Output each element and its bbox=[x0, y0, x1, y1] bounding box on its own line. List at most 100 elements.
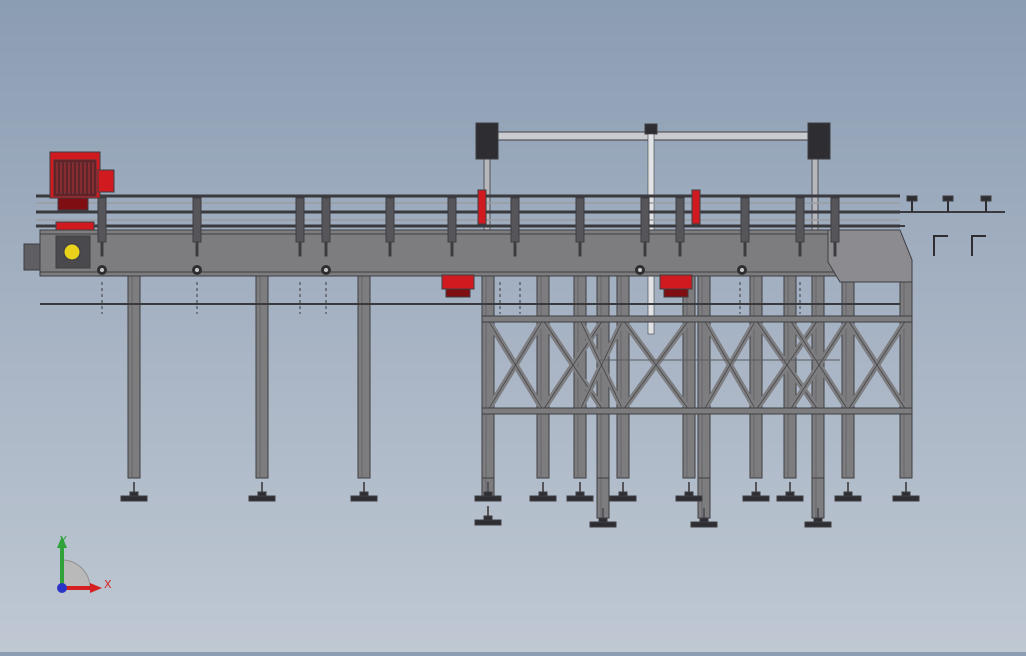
motor-fin-7 bbox=[83, 161, 87, 195]
leg-b-0 bbox=[481, 271, 495, 479]
gearbox bbox=[97, 169, 115, 193]
end-plate bbox=[23, 243, 41, 271]
foot-pad-12 bbox=[474, 519, 502, 526]
foot-pad-0 bbox=[120, 495, 148, 502]
bracket-tab-7 bbox=[578, 241, 582, 257]
bracket-tab-0 bbox=[100, 241, 104, 257]
sensor-block-1 bbox=[659, 274, 693, 290]
leg-b-7 bbox=[749, 271, 763, 479]
bracket-tab-10 bbox=[743, 241, 747, 257]
rail-knob-cap-0 bbox=[906, 195, 918, 202]
bracket-6 bbox=[510, 197, 520, 243]
gantry-center-clamp bbox=[644, 123, 658, 135]
foot-nut-5 bbox=[575, 491, 585, 497]
lower-tie-bar bbox=[481, 407, 913, 415]
triad-arc bbox=[61, 559, 91, 589]
bracket-tab-11 bbox=[798, 241, 802, 257]
bracket-tab-4 bbox=[388, 241, 392, 257]
motor-base-flange bbox=[55, 221, 95, 231]
foot-nut-12 bbox=[483, 515, 493, 521]
leg-b-4 bbox=[616, 271, 630, 479]
motor-fin-2 bbox=[63, 161, 67, 195]
foot-pad-10 bbox=[834, 495, 862, 502]
motor-fin-9 bbox=[91, 161, 95, 195]
bracket-tab-3 bbox=[324, 241, 328, 257]
cad-viewport[interactable]: Y X bbox=[0, 0, 1026, 652]
bearing-center-1 bbox=[195, 268, 199, 272]
bracket-2 bbox=[295, 197, 305, 243]
foot-nut-3 bbox=[483, 491, 493, 497]
rail-knob-cap-2 bbox=[980, 195, 992, 202]
hook-right bbox=[971, 235, 986, 256]
bracket-tab-12 bbox=[833, 241, 837, 257]
foot-pad-13 bbox=[589, 521, 617, 528]
upper-tie-bar bbox=[481, 315, 913, 323]
foot-pad-6 bbox=[609, 495, 637, 502]
sensor-block-0 bbox=[441, 274, 475, 290]
bracket-7 bbox=[575, 197, 585, 243]
bracket-tab-5 bbox=[450, 241, 454, 257]
bracket-tab-6 bbox=[513, 241, 517, 257]
leg-b-11 bbox=[899, 271, 913, 479]
motor-fin-1 bbox=[59, 161, 63, 195]
leg-b-6 bbox=[697, 271, 711, 479]
motor-fin-0 bbox=[55, 161, 59, 195]
foot-nut-15 bbox=[813, 517, 823, 523]
foot-nut-1 bbox=[257, 491, 267, 497]
bracket-tab-8 bbox=[643, 241, 647, 257]
motor-fin-8 bbox=[87, 161, 91, 195]
conveyor-model[interactable]: Y X bbox=[0, 0, 1026, 652]
foot-nut-0 bbox=[129, 491, 139, 497]
z-axis-icon bbox=[57, 583, 67, 593]
x-axis-label: X bbox=[104, 578, 112, 591]
sensor-base-1 bbox=[663, 288, 689, 298]
foot-pad-9 bbox=[776, 495, 804, 502]
motor-fin-5 bbox=[75, 161, 79, 195]
bearing-center-3 bbox=[638, 268, 642, 272]
bracket-11 bbox=[795, 197, 805, 243]
foot-pad-15 bbox=[804, 521, 832, 528]
motor-mount bbox=[57, 197, 89, 211]
foot-nut-11 bbox=[901, 491, 911, 497]
foot-pad-11 bbox=[892, 495, 920, 502]
bearing-center-2 bbox=[324, 268, 328, 272]
bracket-9 bbox=[675, 197, 685, 243]
foot-pad-4 bbox=[529, 495, 557, 502]
bracket-tab-2 bbox=[298, 241, 302, 257]
foot-nut-13 bbox=[598, 517, 608, 523]
foot-pad-3 bbox=[474, 495, 502, 502]
gantry-clamp-right bbox=[807, 122, 831, 160]
y-axis-label: Y bbox=[59, 534, 67, 547]
bracket-12 bbox=[830, 197, 840, 243]
bearing-center-4 bbox=[740, 268, 744, 272]
gantry-clamp-left bbox=[475, 122, 499, 160]
hook-left bbox=[933, 235, 948, 256]
motor-fin-4 bbox=[71, 161, 75, 195]
foot-pad-7 bbox=[675, 495, 703, 502]
foot-pad-8 bbox=[742, 495, 770, 502]
bracket-tab-1 bbox=[195, 241, 199, 257]
foot-pad-1 bbox=[248, 495, 276, 502]
foot-nut-4 bbox=[538, 491, 548, 497]
foot-nut-9 bbox=[785, 491, 795, 497]
gantry-frame bbox=[475, 122, 831, 335]
x-arrowhead-icon bbox=[90, 583, 102, 593]
bracket-5 bbox=[447, 197, 457, 243]
foot-pad-14 bbox=[690, 521, 718, 528]
foot-nut-14 bbox=[699, 517, 709, 523]
bracket-8 bbox=[640, 197, 650, 243]
leg-b-1 bbox=[536, 271, 550, 479]
red-guide-clip-left bbox=[477, 189, 487, 225]
sensor-base-0 bbox=[445, 288, 471, 298]
red-guide-clip-right bbox=[691, 189, 701, 225]
main-side-beam bbox=[39, 229, 841, 277]
rail-knob-cap-1 bbox=[942, 195, 954, 202]
foot-nut-8 bbox=[751, 491, 761, 497]
foot-nut-2 bbox=[359, 491, 369, 497]
leg-b-5 bbox=[682, 271, 696, 479]
bracket-3 bbox=[321, 197, 331, 243]
foot-nut-7 bbox=[684, 491, 694, 497]
bracket-10 bbox=[740, 197, 750, 243]
bracket-tab-9 bbox=[678, 241, 682, 257]
bracket-4 bbox=[385, 197, 395, 243]
